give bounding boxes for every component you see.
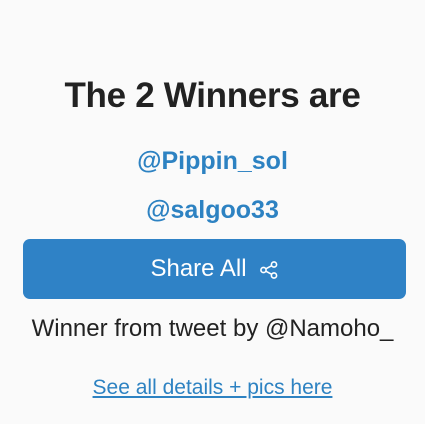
share-all-label: Share All — [150, 255, 247, 282]
details-link-container: See all details + pics here — [0, 375, 425, 401]
share-all-button[interactable]: Share All — [23, 239, 406, 299]
source-tweet-text: Winner from tweet by @Namoho_ — [31, 315, 394, 342]
winner-handle-2: @salgoo33 — [146, 196, 279, 224]
winner-handle-1: @Pippin_sol — [137, 147, 288, 175]
share-icon — [259, 260, 279, 280]
page-title: The 2 Winners are — [64, 76, 361, 115]
see-all-details-link[interactable]: See all details + pics here — [93, 376, 333, 399]
